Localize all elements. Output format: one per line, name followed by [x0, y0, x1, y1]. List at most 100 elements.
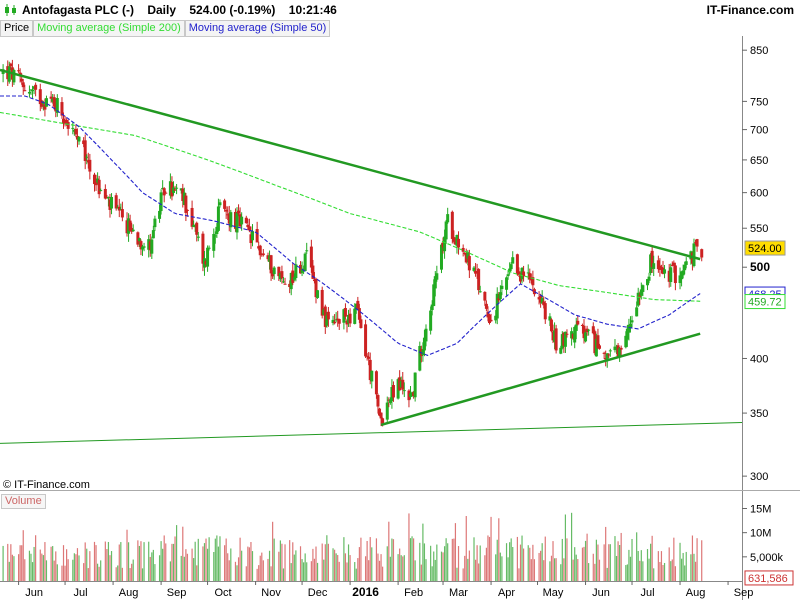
candle-body — [554, 328, 558, 351]
ma200-value-label: 459.72 — [748, 297, 782, 309]
candle-body — [500, 285, 504, 290]
candle-body — [164, 192, 168, 194]
volume-last-label: 631,586 — [748, 573, 788, 585]
candle-body — [131, 229, 135, 232]
candle-body — [66, 121, 70, 129]
y-tick-label: 400 — [750, 353, 768, 365]
volume-y-tick-label: 15M — [750, 504, 771, 516]
x-tick-label: Jun — [592, 587, 610, 599]
x-tick-label: Oct — [215, 587, 232, 599]
candle-body — [692, 243, 696, 267]
x-tick-label: Aug — [686, 587, 706, 599]
candle-body — [348, 313, 352, 324]
candle-body — [303, 253, 307, 272]
price-chart[interactable]: 850 750 700 650 600 550 500 400 350 300 Jun Jul Aug S… — [0, 0, 800, 600]
candle-body — [99, 190, 103, 192]
x-tick-label: Jun — [25, 587, 43, 599]
candle-body — [652, 263, 656, 269]
candle-body — [663, 269, 667, 274]
x-tick-label: Apr — [498, 587, 515, 599]
y-tick-label: 550 — [750, 223, 768, 235]
candle-body — [97, 179, 101, 195]
candle-body — [88, 159, 92, 172]
candle-body — [316, 290, 320, 298]
candle-body — [511, 257, 515, 264]
candle-body — [509, 264, 513, 270]
candle-body — [77, 136, 81, 142]
candle-body — [151, 230, 155, 239]
volume-y-tick-label: 10M — [750, 528, 771, 540]
candle-body — [206, 247, 210, 267]
candle-body — [110, 196, 114, 209]
candle-body — [283, 283, 287, 285]
y-tick-label: 300 — [750, 471, 768, 483]
y-tick-label: 700 — [750, 125, 768, 137]
candle-body — [424, 328, 428, 342]
candle-body — [669, 267, 673, 283]
y-tick-label: 350 — [750, 408, 768, 420]
x-tick-label: Sep — [734, 587, 754, 599]
volume-y-tick-label: 5,000k — [750, 552, 784, 564]
copyright-text: © IT-Finance.com — [3, 479, 90, 491]
candle-body — [565, 333, 569, 335]
candle-body — [153, 218, 157, 228]
candle-body — [489, 319, 493, 322]
candle-body — [272, 267, 276, 275]
trendline — [0, 422, 743, 444]
x-tick-label: May — [543, 587, 564, 599]
trendline — [380, 332, 701, 427]
candle-body — [506, 274, 510, 277]
candle-body — [159, 192, 163, 212]
candle-body — [370, 370, 374, 382]
candle-body — [478, 291, 482, 293]
candle-body — [364, 324, 368, 357]
candle-body — [391, 385, 395, 398]
candle-body — [255, 229, 259, 243]
candle-body — [543, 303, 547, 320]
candle-body — [695, 239, 699, 247]
x-tick-label: Jul — [74, 587, 88, 599]
candle-body — [635, 307, 639, 317]
candle-body — [120, 209, 124, 218]
candle-body — [446, 214, 450, 223]
candle-body — [216, 206, 220, 231]
candle-body — [343, 308, 347, 317]
candle-body — [196, 236, 200, 238]
candle-body — [700, 249, 704, 258]
candle-body — [597, 345, 601, 349]
y-tick-label: 650 — [750, 155, 768, 167]
candle-body — [240, 216, 244, 225]
candle-body — [150, 239, 154, 254]
candle-body — [23, 90, 27, 92]
candle-body — [647, 276, 651, 281]
candle-body — [435, 273, 439, 280]
candle-body — [44, 98, 48, 107]
candle-body — [641, 285, 645, 292]
candle-body — [337, 319, 341, 324]
candle-body — [576, 320, 580, 325]
candle-body — [326, 311, 330, 320]
x-tick-label: Jul — [640, 587, 654, 599]
candle-body — [444, 221, 448, 240]
candle-body — [359, 319, 363, 328]
candle-body — [12, 70, 16, 83]
y-tick-label: 500 — [750, 260, 770, 274]
y-tick-label: 850 — [750, 45, 768, 57]
candle-body — [374, 371, 378, 395]
candle-body — [457, 238, 461, 248]
candle-body — [71, 127, 75, 129]
x-tick-label: Aug — [119, 587, 139, 599]
candle-body — [608, 350, 612, 352]
x-tick-label: Dec — [308, 587, 328, 599]
y-tick-label: 750 — [750, 96, 768, 108]
candle-body — [630, 320, 634, 323]
candle-body — [467, 256, 471, 271]
candle-body — [413, 372, 417, 398]
candle-body — [175, 187, 179, 189]
candle-body — [619, 347, 623, 350]
y-tick-label: 600 — [750, 188, 768, 200]
candle-body — [185, 209, 189, 211]
x-tick-label: Mar — [449, 587, 468, 599]
x-tick-label: Sep — [167, 587, 187, 599]
candle-body — [483, 291, 487, 301]
